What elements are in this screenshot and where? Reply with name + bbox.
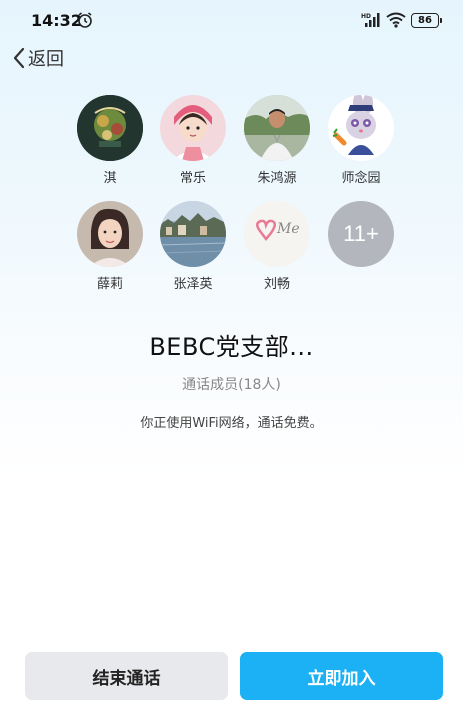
back-button[interactable]: 返回 xyxy=(12,44,64,72)
avatar xyxy=(160,201,226,267)
svg-text:Me: Me xyxy=(276,221,300,237)
more-members-badge[interactable]: 11+ xyxy=(328,201,394,267)
member-item[interactable]: 朱鸿源 xyxy=(237,95,317,187)
member-name: 朱鸿源 xyxy=(257,171,297,186)
group-title: BEBC党支部... xyxy=(149,333,314,361)
alarm-icon xyxy=(78,12,92,28)
member-name: 常乐 xyxy=(179,171,206,186)
member-name: 刘畅 xyxy=(263,277,290,292)
status-icons: HD 86 xyxy=(361,11,442,29)
member-item[interactable]: Me 刘畅 xyxy=(237,201,317,293)
avatar xyxy=(77,201,143,267)
back-label: 返回 xyxy=(28,49,64,70)
wifi-notice: 你正使用WiFi网络，通话免费。 xyxy=(140,416,323,431)
hd-signal-icon: HD xyxy=(361,13,380,27)
battery-icon: 86 xyxy=(411,12,442,28)
avatar xyxy=(160,95,226,161)
member-name: 师念园 xyxy=(341,171,381,186)
member-name: 张泽英 xyxy=(173,277,213,292)
chevron-left-icon xyxy=(13,47,25,69)
more-members[interactable]: 11+ xyxy=(321,201,401,267)
member-name: 薛莉 xyxy=(96,277,123,292)
member-item[interactable]: 常乐 xyxy=(153,95,233,187)
member-item[interactable]: 师念园 xyxy=(321,95,401,187)
join-button[interactable]: 立即加入 xyxy=(240,652,443,700)
member-name: 淇 xyxy=(103,171,117,186)
avatar: Me xyxy=(244,201,310,267)
avatar xyxy=(328,95,394,161)
status-time: 14:32 xyxy=(31,11,82,30)
avatar xyxy=(244,95,310,161)
member-count: 通话成员(18人) xyxy=(182,377,281,393)
svg-text:HD: HD xyxy=(361,13,371,20)
wifi-icon xyxy=(386,12,406,28)
avatar xyxy=(77,95,143,161)
member-item[interactable]: 薛莉 xyxy=(70,201,150,293)
end-call-button[interactable]: 结束通话 xyxy=(25,652,228,700)
member-item[interactable]: 张泽英 xyxy=(153,201,233,293)
status-bar: 14:32 HD 86 xyxy=(0,0,463,40)
member-item[interactable]: 淇 xyxy=(70,95,150,187)
